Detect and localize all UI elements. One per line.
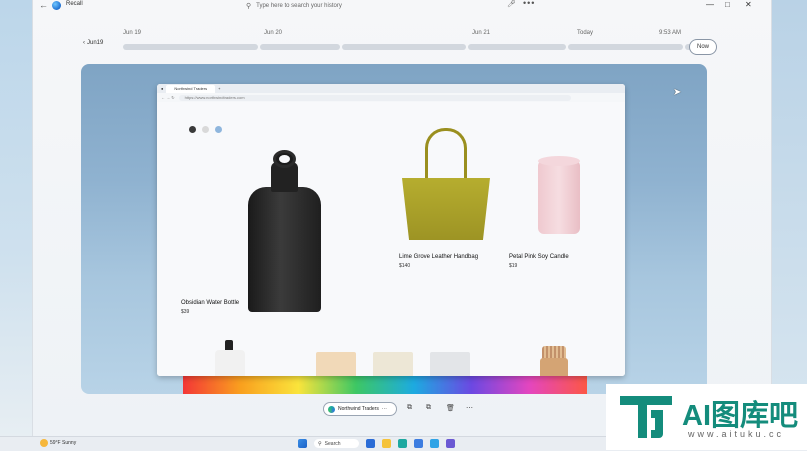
weather-widget[interactable]: 59°F Sunny (40, 439, 76, 447)
sun-icon (40, 439, 48, 447)
timeline-date: Today (577, 30, 594, 36)
soap-image (316, 352, 356, 376)
recall-logo-icon (52, 1, 61, 10)
product-name: Obsidian Water Bottle (181, 300, 240, 306)
product-name: Petal Pink Soy Candle (509, 254, 569, 260)
timeline-segment[interactable] (123, 44, 258, 50)
timeline-time: 9:53 AM (659, 30, 682, 36)
back-arrow-icon[interactable]: ← (39, 0, 48, 10)
recall-taskbar-icon[interactable] (429, 439, 439, 448)
watermark-logo-icon (620, 396, 672, 438)
candle-image (538, 160, 580, 234)
new-tab-icon: + (218, 86, 221, 91)
taskbar-search[interactable]: ⚲ Search (314, 439, 359, 448)
microphone-icon[interactable]: 🎤︎ (507, 0, 516, 8)
taskbar-search-label: Search (324, 440, 341, 447)
search-icon: ⚲ (318, 440, 322, 447)
file-explorer-icon[interactable] (381, 439, 391, 448)
more-options-button[interactable]: ••• (523, 0, 535, 8)
teams-icon[interactable] (445, 439, 455, 448)
timeline-segment[interactable] (468, 44, 566, 50)
taskbar-icons: ⚲ Search (298, 439, 455, 448)
desktop-wallpaper-left (0, 0, 32, 436)
search-placeholder: Type here to search your history (256, 2, 342, 9)
more-icon[interactable]: ⋯ (466, 404, 473, 412)
minimize-button[interactable]: — (706, 0, 714, 9)
water-bottle-image (248, 187, 321, 312)
browser-tab-strip: ● Northwind Traders + (157, 84, 625, 93)
mouse-cursor-icon: ➤ (673, 87, 682, 98)
close-button[interactable]: ✕ (745, 0, 752, 9)
candle-top (538, 156, 580, 166)
watermark: AI图库吧 www.aituku.cc (606, 384, 807, 450)
timeline-date: Jun 21 (472, 30, 491, 36)
timeline-date: Jun 20 (264, 30, 283, 36)
source-app-pill[interactable]: Northwind Traders ··· (323, 402, 397, 416)
color-swatch (215, 126, 222, 133)
watermark-url: www.aituku.cc (688, 429, 785, 439)
weather-desc: Sunny (62, 440, 77, 446)
edge-icon[interactable] (397, 439, 407, 448)
pump-bottle-image (215, 350, 245, 376)
title-bar: ← Recall ⚲ Type here to search your hist… (33, 0, 771, 12)
store-icon[interactable] (413, 439, 423, 448)
product-price: $39 (181, 309, 190, 315)
product-price: $19 (509, 263, 518, 269)
source-more-icon[interactable]: ··· (382, 406, 387, 412)
search-input[interactable]: ⚲ Type here to search your history (246, 0, 516, 11)
timeline-back-label: Jun19 (87, 40, 104, 46)
timeline-segment[interactable] (342, 44, 466, 50)
product-name: Lime Grove Leather Handbag (399, 254, 479, 260)
timeline-segment[interactable] (260, 44, 340, 50)
watermark-brand: AI图库吧 (682, 400, 799, 432)
handbag-image (402, 178, 490, 240)
snapshot-preview[interactable]: ● Northwind Traders + ← → ↻ https://www.… (81, 64, 707, 394)
browser-window: ● Northwind Traders + ← → ↻ https://www.… (157, 84, 625, 376)
web-page: Obsidian Water Bottle $39 Lime Grove Lea… (157, 102, 625, 376)
timeline-date: Jun 19 (123, 30, 142, 36)
brush-image (540, 358, 568, 376)
now-button[interactable]: Now (689, 39, 717, 55)
timeline-back-button[interactable]: ‹ Jun19 (83, 40, 103, 46)
desktop-wallpaper-right (770, 0, 807, 436)
browser-tab: Northwind Traders (166, 84, 216, 93)
product-price: $140 (399, 263, 411, 269)
water-bottle-cap-loop (279, 155, 290, 163)
timeline-segment[interactable] (568, 44, 683, 50)
copilot-icon[interactable] (365, 439, 375, 448)
timeline-track[interactable] (123, 44, 697, 50)
delete-icon[interactable]: 🗑︎ (446, 404, 455, 412)
profile-icon: ● (161, 86, 164, 91)
soap-image (373, 352, 413, 376)
address-bar: https://www.northwindtraders.com (178, 94, 571, 101)
weather-temp: 59°F (50, 440, 61, 446)
start-icon[interactable] (298, 439, 307, 448)
open-icon[interactable]: ⧉ (407, 404, 412, 412)
search-icon: ⚲ (246, 2, 252, 10)
recall-window: ← Recall ⚲ Type here to search your hist… (32, 0, 772, 436)
copy-icon[interactable]: ⧉ (426, 404, 431, 412)
wallpaper-bloom (183, 376, 587, 394)
app-title: Recall (66, 1, 83, 7)
edge-browser-icon (328, 405, 335, 413)
color-swatch (189, 126, 196, 133)
color-swatch (202, 126, 209, 133)
maximize-button[interactable]: □ (725, 0, 730, 9)
nav-arrows-icon: ← → ↻ (161, 95, 175, 100)
source-app-label: Northwind Traders (338, 406, 379, 412)
soap-image (430, 352, 470, 376)
chevron-left-icon: ‹ (83, 40, 85, 46)
